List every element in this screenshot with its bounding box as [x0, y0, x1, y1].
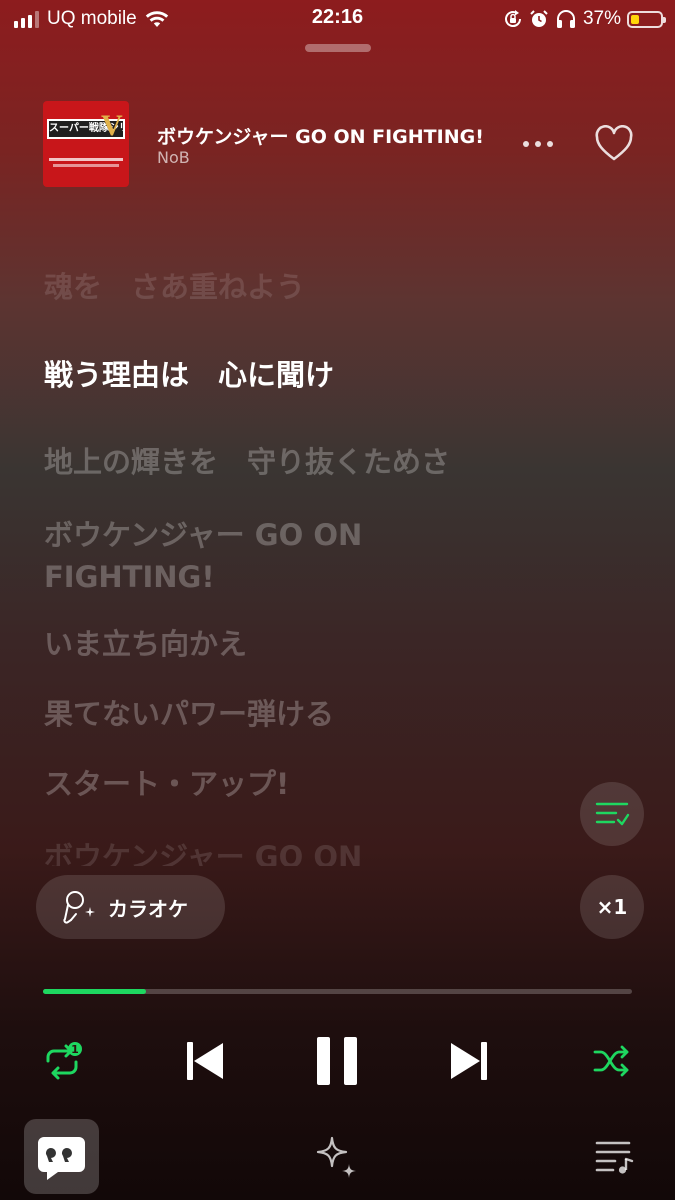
sparkle-icon [316, 1136, 356, 1178]
battery-level [631, 14, 639, 24]
lyrics-quote-icon [38, 1137, 85, 1180]
battery-percent: 37% [582, 8, 621, 29]
dot [547, 141, 553, 147]
karaoke-button[interactable]: カラオケ [36, 875, 225, 939]
track-title[interactable]: ボウケンジャー GO ON FIGHTING! [157, 122, 484, 149]
battery-icon [627, 10, 666, 28]
shuffle-button[interactable] [592, 1042, 632, 1080]
next-button[interactable] [447, 1040, 491, 1082]
lyric-line-past[interactable]: 魂を さあ重ねよう [44, 266, 514, 308]
heart-icon [595, 124, 633, 161]
headphones-icon [556, 10, 575, 28]
sheet-grabber[interactable] [305, 44, 371, 52]
album-art[interactable]: スーパー戦隊シリーズ V [43, 101, 129, 187]
microphone-sparkle-icon [63, 891, 95, 924]
ai-features-button[interactable] [314, 1134, 360, 1180]
shuffle-icon [593, 1045, 629, 1077]
skip-next-icon [451, 1042, 487, 1080]
lyric-line[interactable]: 地上の輝きを 守り抜くためさ [44, 441, 514, 483]
progress-fill [43, 989, 147, 994]
previous-button[interactable] [183, 1040, 227, 1082]
skip-previous-icon [187, 1042, 223, 1080]
rotation-lock-icon [505, 10, 521, 28]
queue-music-icon [595, 1141, 634, 1174]
dot [535, 141, 541, 147]
album-art-detail [49, 158, 123, 161]
repeat-count: 1 [71, 1043, 79, 1056]
album-art-v-mark: V [101, 109, 123, 142]
lyric-line-current[interactable]: 戦う理由は 心に聞け [44, 354, 514, 396]
like-button[interactable] [594, 124, 634, 163]
lyric-line[interactable]: ボウケンジャー GO ON FIGHTING! [44, 514, 424, 598]
track-artist[interactable]: NoB [157, 148, 190, 167]
lyric-line[interactable]: いま立ち向かえ [44, 623, 514, 665]
list-check-icon [595, 802, 630, 826]
more-options-button[interactable] [518, 134, 558, 154]
lyric-line[interactable]: 果てないパワー弾ける [44, 693, 514, 735]
repeat-button[interactable]: 1 [40, 1040, 86, 1082]
lyric-line[interactable]: スタート・アップ! [44, 763, 514, 805]
dot [523, 141, 529, 147]
lyric-line[interactable]: ボウケンジャー GO ON [44, 836, 514, 866]
progress-bar[interactable] [43, 989, 632, 994]
pause-icon [317, 1037, 357, 1085]
karaoke-label: カラオケ [108, 896, 188, 921]
playback-speed-button[interactable]: ×1 [580, 875, 644, 939]
queue-button[interactable] [595, 1138, 635, 1174]
album-art-detail [53, 164, 119, 167]
alarm-icon [530, 10, 548, 27]
lyrics-tab[interactable] [24, 1119, 99, 1194]
status-bar: UQ mobile 22:16 37% [0, 0, 675, 40]
pause-button[interactable] [314, 1036, 360, 1086]
repeat-one-icon: 1 [46, 1042, 82, 1080]
status-right: 37% [503, 6, 666, 32]
lyrics-queue-button[interactable] [580, 782, 644, 846]
